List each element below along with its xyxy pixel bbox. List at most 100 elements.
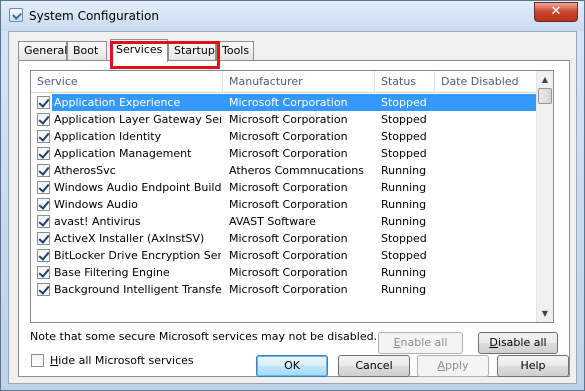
tab-strip: General Boot Services Startup Tools	[18, 39, 558, 69]
service-row[interactable]: avast! Antivirus AVAST Software Running	[31, 213, 538, 230]
window-title: System Configuration	[29, 9, 159, 23]
service-status: Stopped	[381, 113, 427, 126]
service-name: Application Layer Gateway Service	[54, 113, 221, 126]
ok-button[interactable]: OK	[256, 355, 328, 377]
service-name: AtherosSvc	[54, 164, 116, 177]
cancel-button[interactable]: Cancel	[338, 355, 410, 377]
service-manufacturer: Microsoft Corporation	[229, 198, 348, 211]
service-row[interactable]: Windows Audio Microsoft Corporation Runnin…	[31, 196, 538, 213]
vertical-scrollbar[interactable]: ▲ ▼	[536, 71, 553, 322]
service-enabled-checkbox[interactable]	[37, 164, 50, 177]
tab-tools[interactable]: Tools	[216, 41, 254, 61]
service-manufacturer: Microsoft Corporation	[229, 147, 348, 160]
disable-all-button[interactable]: Disable all	[478, 332, 558, 354]
service-enabled-checkbox[interactable]	[37, 181, 50, 194]
scrollbar-thumb[interactable]	[538, 88, 552, 104]
service-enabled-checkbox[interactable]	[37, 113, 50, 126]
service-row[interactable]: AtherosSvc Atheros Commnucations Running	[31, 162, 538, 179]
service-row[interactable]: BitLocker Drive Encryption Service Micros…	[31, 247, 538, 264]
service-enabled-checkbox[interactable]	[37, 283, 50, 296]
scroll-down-arrow-icon[interactable]: ▼	[537, 305, 553, 322]
service-name: avast! Antivirus	[54, 215, 141, 228]
hide-label-rest: ide all Microsoft services	[58, 354, 194, 367]
service-name: Windows Audio Endpoint Builder	[54, 181, 221, 194]
service-enabled-checkbox[interactable]	[37, 215, 50, 228]
enable-all-label-rest: nable all	[400, 336, 448, 349]
service-manufacturer: Microsoft Corporation	[229, 96, 348, 109]
service-name: Application Identity	[54, 130, 162, 143]
service-row[interactable]: Background Intelligent Transfer ... Micro…	[31, 281, 538, 298]
title-bar[interactable]: System Configuration ✕	[1, 1, 584, 31]
service-manufacturer: AVAST Software	[229, 215, 316, 228]
service-name: Application Management	[54, 147, 192, 160]
service-status: Stopped	[381, 249, 427, 262]
service-row[interactable]: Application Management Microsoft Corporat…	[31, 145, 538, 162]
service-row[interactable]: Application Experience Microsoft Corporat…	[31, 94, 538, 111]
service-status: Running	[381, 164, 427, 177]
scroll-up-arrow-icon[interactable]: ▲	[537, 71, 553, 88]
service-status: Stopped	[381, 232, 427, 245]
service-status: Running	[381, 266, 427, 279]
service-status: Stopped	[381, 147, 427, 160]
enable-all-hotkey: E	[393, 336, 401, 349]
tab-general[interactable]: General	[18, 41, 67, 61]
tab-startup[interactable]: Startup	[168, 41, 216, 61]
service-manufacturer: Microsoft Corporation	[229, 266, 348, 279]
service-manufacturer: Atheros Commnucations	[229, 164, 364, 177]
service-enabled-checkbox[interactable]	[37, 130, 50, 143]
service-enabled-checkbox[interactable]	[37, 96, 50, 109]
enable-all-button[interactable]: Enable all	[378, 332, 463, 354]
apply-hotkey: A	[437, 359, 445, 372]
service-row[interactable]: Windows Audio Endpoint Builder Microsoft …	[31, 179, 538, 196]
service-enabled-checkbox[interactable]	[37, 147, 50, 160]
service-manufacturer: Microsoft Corporation	[229, 130, 348, 143]
help-button[interactable]: Help	[497, 355, 569, 377]
hide-microsoft-services-checkbox[interactable]	[31, 354, 44, 367]
service-manufacturer: Microsoft Corporation	[229, 232, 348, 245]
service-enabled-checkbox[interactable]	[37, 232, 50, 245]
list-header: Service Manufacturer Status Date Disable…	[31, 71, 538, 93]
services-panel: Service Manufacturer Status Date Disable…	[18, 60, 570, 377]
service-row[interactable]: Application Layer Gateway Service Microso…	[31, 111, 538, 128]
service-enabled-checkbox[interactable]	[37, 198, 50, 211]
service-row[interactable]: ActiveX Installer (AxInstSV) Microsoft Co…	[31, 230, 538, 247]
service-name: Windows Audio	[54, 198, 138, 211]
secure-services-note: Note that some secure Microsoft services…	[30, 330, 378, 343]
column-header-status[interactable]: Status	[375, 71, 435, 93]
apply-button[interactable]: Apply	[417, 355, 489, 377]
service-row[interactable]: Application Identity Microsoft Corporatio…	[31, 128, 538, 145]
hide-microsoft-services-label: Hide all Microsoft services	[50, 354, 194, 367]
tab-services[interactable]: Services	[110, 39, 168, 62]
service-manufacturer: Microsoft Corporation	[229, 181, 348, 194]
dialog-client-area: General Boot Services Startup Tools Serv…	[8, 31, 577, 384]
column-header-manufacturer[interactable]: Manufacturer	[223, 71, 375, 93]
service-status: Running	[381, 198, 427, 211]
service-enabled-checkbox[interactable]	[37, 249, 50, 262]
service-name: Application Experience	[54, 96, 181, 109]
column-header-date-disabled[interactable]: Date Disabled	[435, 71, 538, 93]
service-status: Stopped	[381, 96, 427, 109]
service-name: ActiveX Installer (AxInstSV)	[54, 232, 205, 245]
service-manufacturer: Microsoft Corporation	[229, 113, 348, 126]
service-status: Running	[381, 283, 427, 296]
column-header-service[interactable]: Service	[31, 71, 223, 93]
service-name: Base Filtering Engine	[54, 266, 170, 279]
close-button[interactable]: ✕	[534, 2, 578, 22]
system-configuration-window: System Configuration ✕ General Boot Serv…	[0, 0, 585, 391]
disable-all-hotkey: D	[489, 336, 498, 349]
service-name: Background Intelligent Transfer ...	[54, 283, 221, 296]
service-manufacturer: Microsoft Corporation	[229, 283, 348, 296]
service-enabled-checkbox[interactable]	[37, 266, 50, 279]
apply-label-rest: pply	[445, 359, 469, 372]
service-status: Running	[381, 215, 427, 228]
service-row[interactable]: Base Filtering Engine Microsoft Corporati…	[31, 264, 538, 281]
service-status: Running	[381, 181, 427, 194]
service-rows: Application Experience Microsoft Corporat…	[31, 94, 538, 298]
service-name: BitLocker Drive Encryption Service	[54, 249, 221, 262]
services-list[interactable]: Service Manufacturer Status Date Disable…	[30, 70, 554, 323]
disable-all-label-rest: isable all	[497, 336, 547, 349]
tab-boot[interactable]: Boot	[67, 41, 107, 61]
service-status: Stopped	[381, 130, 427, 143]
msconfig-app-icon	[9, 8, 23, 22]
service-manufacturer: Microsoft Corporation	[229, 249, 348, 262]
